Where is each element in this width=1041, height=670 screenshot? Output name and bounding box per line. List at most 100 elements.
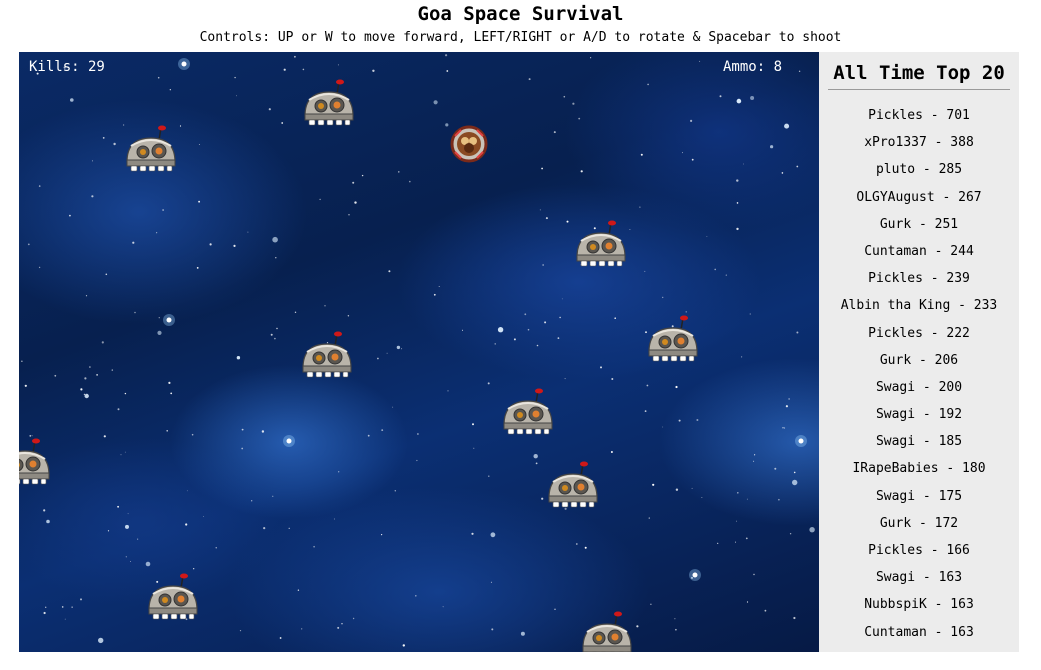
star xyxy=(145,561,151,567)
leaderboard-entry: pluto - 285 xyxy=(875,162,963,178)
star xyxy=(646,384,649,387)
star xyxy=(513,338,516,341)
star xyxy=(644,270,646,272)
star xyxy=(750,96,755,100)
star xyxy=(27,243,30,246)
enemy-ship-icon xyxy=(648,314,698,362)
star xyxy=(107,530,110,532)
star xyxy=(377,357,379,360)
star xyxy=(38,266,41,269)
star xyxy=(497,327,504,333)
star xyxy=(270,333,273,336)
star xyxy=(566,220,569,223)
star xyxy=(24,384,27,387)
star xyxy=(788,398,790,400)
game-canvas[interactable]: Kills: 29 Ammo: 8 xyxy=(19,52,819,652)
star xyxy=(553,131,556,134)
star xyxy=(239,630,242,632)
bright-star xyxy=(286,438,292,444)
star xyxy=(166,430,168,432)
star xyxy=(43,509,46,512)
star xyxy=(381,534,383,536)
star xyxy=(662,426,664,428)
star xyxy=(433,100,438,105)
star xyxy=(236,356,241,360)
leaderboard-list: Pickles - 701 xPro1337 - 388 pluto - 285… xyxy=(819,102,1019,646)
star xyxy=(792,479,798,486)
star xyxy=(774,467,777,470)
star xyxy=(347,315,350,317)
star xyxy=(125,524,129,529)
star xyxy=(719,95,722,98)
star xyxy=(283,68,286,71)
star xyxy=(541,497,544,500)
star xyxy=(488,475,490,477)
star xyxy=(533,454,538,459)
enemy-ship-icon xyxy=(548,460,598,508)
star xyxy=(417,433,419,435)
star xyxy=(324,305,326,307)
star xyxy=(251,500,253,502)
star xyxy=(45,606,47,608)
star xyxy=(639,206,641,208)
star xyxy=(124,451,126,453)
star xyxy=(674,618,676,620)
enemy-ship-icon xyxy=(126,124,176,172)
leaderboard-entry: xPro1337 - 388 xyxy=(864,135,974,151)
star xyxy=(647,83,649,86)
star xyxy=(386,352,388,354)
star xyxy=(80,598,82,601)
star xyxy=(753,460,755,462)
star xyxy=(301,628,303,630)
star xyxy=(294,55,296,58)
star xyxy=(541,167,543,170)
enemy-ship-icon xyxy=(576,219,626,267)
star xyxy=(737,492,739,494)
leaderboard-entry: Pickles - 239 xyxy=(868,271,970,287)
star xyxy=(652,483,655,486)
star xyxy=(156,232,158,234)
star xyxy=(736,227,739,231)
star xyxy=(685,311,687,313)
leaderboard-entry: Swagi - 185 xyxy=(875,434,963,450)
star xyxy=(333,518,335,520)
star xyxy=(563,95,566,98)
star xyxy=(402,644,405,647)
star xyxy=(401,348,403,350)
star xyxy=(215,547,217,549)
star xyxy=(433,293,436,296)
kills-counter: Kills: 29 xyxy=(29,59,105,75)
star xyxy=(319,198,321,201)
star xyxy=(241,428,244,431)
star xyxy=(610,451,613,453)
star xyxy=(361,174,364,177)
star xyxy=(313,545,315,548)
star xyxy=(101,341,104,344)
star xyxy=(746,498,748,500)
star xyxy=(185,523,188,526)
star xyxy=(520,631,525,636)
leaderboard-entry: Gurk - 172 xyxy=(879,515,959,531)
star xyxy=(753,573,755,576)
star xyxy=(170,392,173,395)
star xyxy=(337,64,339,66)
enemy-ship-icon xyxy=(304,78,354,126)
star xyxy=(527,328,530,331)
star xyxy=(778,498,780,501)
star xyxy=(274,337,276,340)
star xyxy=(367,434,370,437)
star xyxy=(447,390,449,392)
star xyxy=(746,601,749,603)
leaderboard-title: All Time Top 20 xyxy=(828,62,1010,90)
enemy-ship-icon xyxy=(148,572,198,620)
enemy-ship-icon xyxy=(582,610,632,652)
star xyxy=(714,268,716,271)
star xyxy=(281,122,284,124)
star xyxy=(575,543,578,545)
star xyxy=(61,606,64,608)
star xyxy=(124,392,127,395)
star xyxy=(743,163,744,165)
star xyxy=(388,270,391,273)
star xyxy=(736,520,737,522)
star xyxy=(102,137,105,139)
